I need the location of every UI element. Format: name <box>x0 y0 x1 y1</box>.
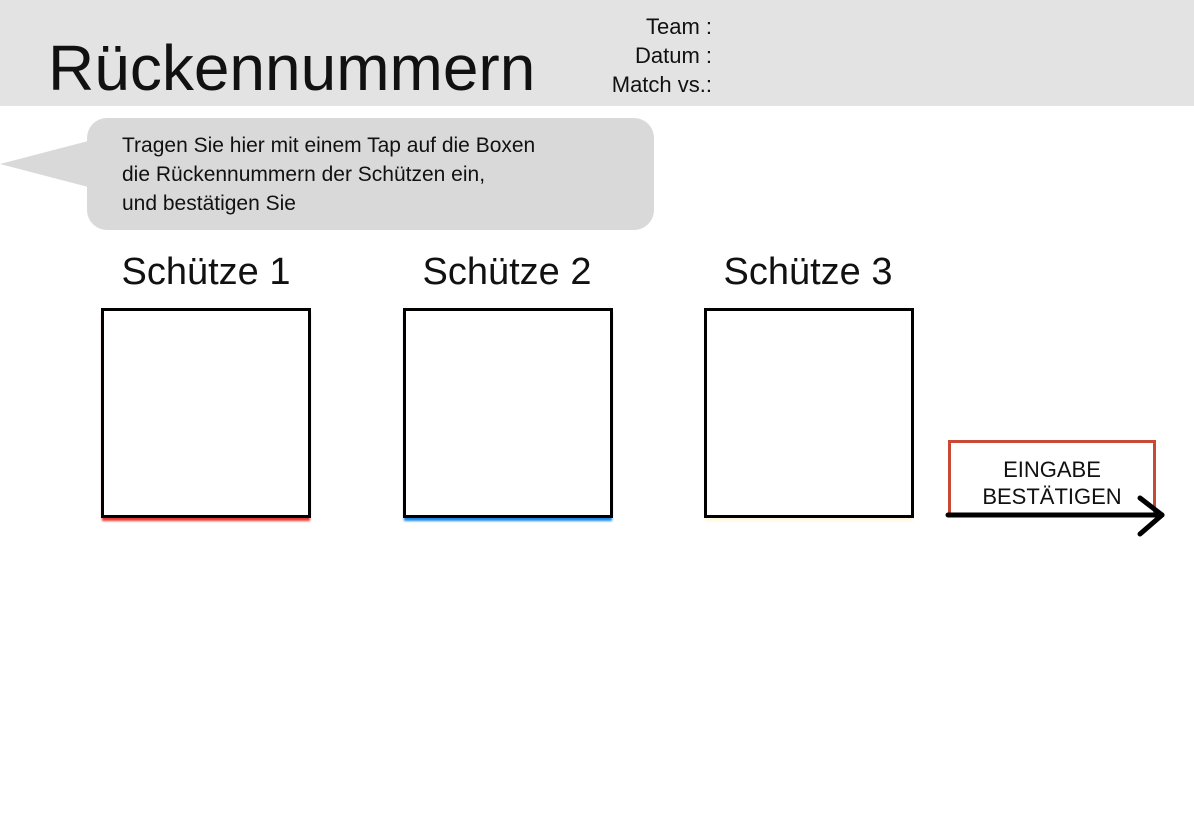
header-bar: Rückennummern Team : Datum : Match vs.: <box>0 0 1194 106</box>
shooter-1-number-box[interactable] <box>101 308 311 518</box>
date-label: Datum : <box>634 43 712 68</box>
shooter-2-number-box[interactable] <box>403 308 613 518</box>
page: Rückennummern Team : Datum : Match vs.: … <box>0 0 1194 834</box>
hint-line-1: Tragen Sie hier mit einem Tap auf die Bo… <box>122 134 536 157</box>
match-label: Match vs.: <box>611 72 712 97</box>
hint-bubble-pointer <box>0 140 92 188</box>
team-label: Team : <box>645 14 712 39</box>
hint-text: Tragen Sie hier mit einem Tap auf die Bo… <box>122 131 535 218</box>
shooter-1-label: Schütze 1 <box>121 251 291 293</box>
page-title: Rückennummern <box>48 32 536 104</box>
shooter-3-label: Schütze 3 <box>723 251 893 293</box>
confirm-button-line-1: EINGABE <box>1003 457 1101 482</box>
match-meta: Team : Datum : Match vs.: <box>612 12 712 99</box>
shooter-3-number-box[interactable] <box>704 308 914 518</box>
hint-line-3: und bestätigen Sie <box>122 192 296 215</box>
hint-line-2: die Rückennummern der Schützen ein, <box>122 163 486 186</box>
arrow-right-icon[interactable] <box>945 495 1168 540</box>
shooter-2-label: Schütze 2 <box>422 251 592 293</box>
